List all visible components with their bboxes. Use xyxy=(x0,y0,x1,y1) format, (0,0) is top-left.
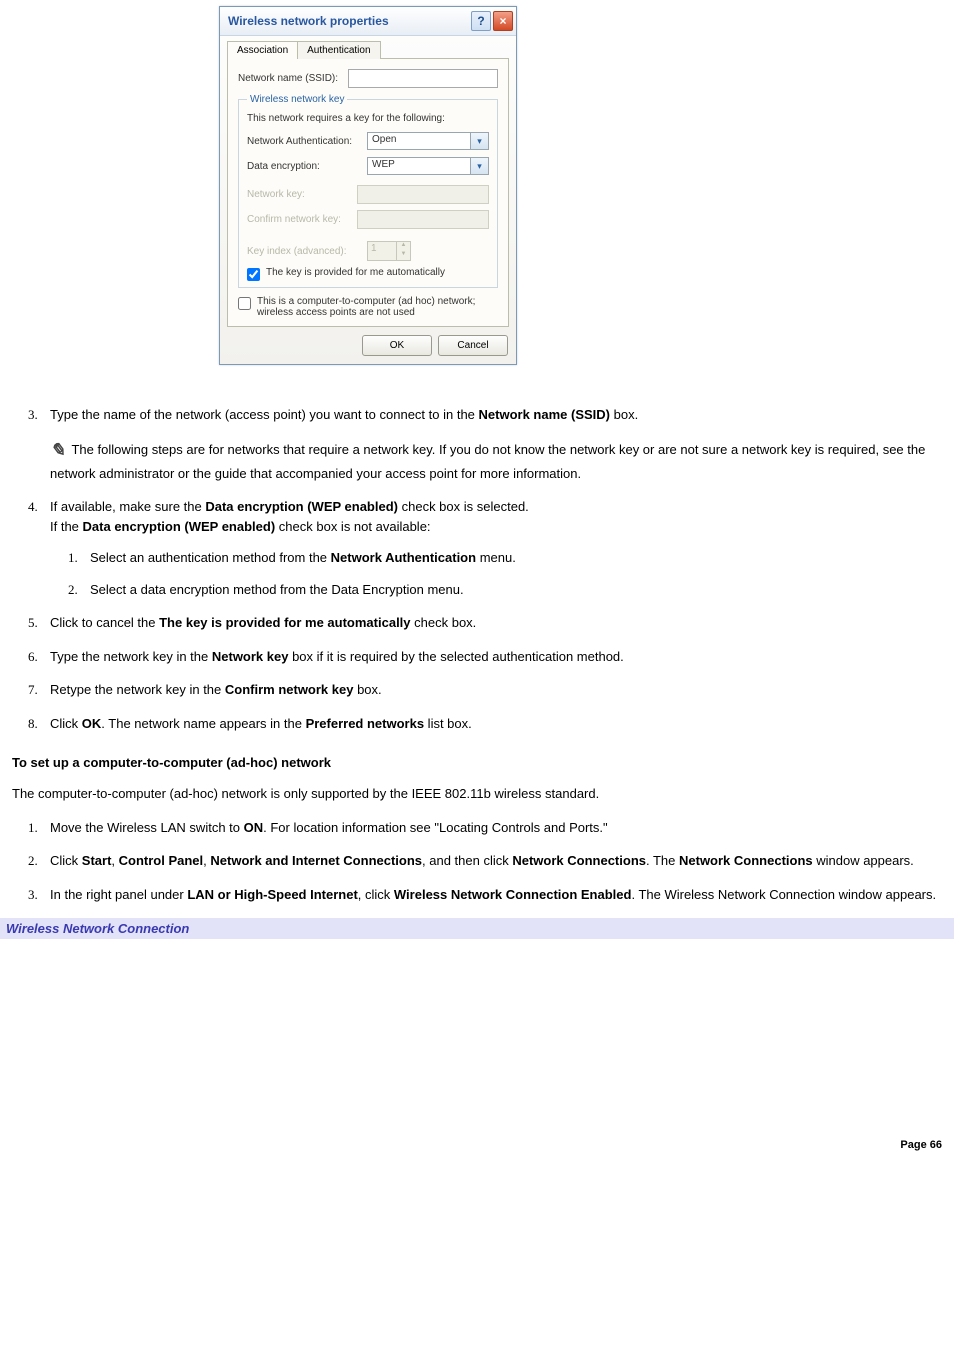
ok-button[interactable]: OK xyxy=(362,335,432,356)
step-3: Type the name of the network (access poi… xyxy=(12,405,942,483)
note-icon: ✎ xyxy=(50,437,65,464)
adhoc-step-3: In the right panel under LAN or High-Spe… xyxy=(12,885,942,905)
cancel-button[interactable]: Cancel xyxy=(438,335,508,356)
chevron-down-icon[interactable]: ▾ xyxy=(470,157,489,175)
auto-key-label: The key is provided for me automatically xyxy=(266,267,445,278)
data-enc-label: Data encryption: xyxy=(247,161,367,172)
net-auth-select[interactable]: Open ▾ xyxy=(367,132,489,150)
wireless-properties-dialog: Wireless network properties ? × Associat… xyxy=(219,6,517,365)
tab-authentication[interactable]: Authentication xyxy=(297,41,380,59)
chevron-down-icon[interactable]: ▾ xyxy=(470,132,489,150)
key-index-value: 1 xyxy=(368,242,396,260)
adhoc-intro: The computer-to-computer (ad-hoc) networ… xyxy=(12,784,942,804)
step-4: If available, make sure the Data encrypt… xyxy=(12,497,942,599)
net-auth-value: Open xyxy=(367,132,470,150)
adhoc-step-1: Move the Wireless LAN switch to ON. For … xyxy=(12,818,942,838)
data-enc-value: WEP xyxy=(367,157,470,175)
wireless-key-group: Wireless network key This network requir… xyxy=(238,94,498,288)
titlebar: Wireless network properties ? × xyxy=(220,7,516,36)
requires-text: This network requires a key for the foll… xyxy=(247,113,489,124)
ssid-input[interactable] xyxy=(348,69,498,88)
spinner-arrows-icon: ▲▼ xyxy=(396,242,410,260)
dialog-title: Wireless network properties xyxy=(228,14,469,28)
tabs: Association Authentication xyxy=(220,36,516,59)
key-index-label: Key index (advanced): xyxy=(247,246,367,257)
network-key-label: Network key: xyxy=(247,189,357,200)
wireless-key-legend: Wireless network key xyxy=(247,94,347,105)
tab-association[interactable]: Association xyxy=(227,41,298,59)
confirm-key-input xyxy=(357,210,489,229)
tab-panel: Network name (SSID): Wireless network ke… xyxy=(227,58,509,327)
step-4-2: Select a data encryption method from the… xyxy=(50,580,942,600)
net-auth-label: Network Authentication: xyxy=(247,136,367,147)
adhoc-heading: To set up a computer-to-computer (ad-hoc… xyxy=(12,755,942,770)
step-5: Click to cancel the The key is provided … xyxy=(12,613,942,633)
note-block: ✎ The following steps are for networks t… xyxy=(50,437,942,484)
key-index-spinner: 1 ▲▼ xyxy=(367,241,411,261)
page-number: Page 66 xyxy=(6,1139,948,1151)
network-key-input xyxy=(357,185,489,204)
figure-caption-banner: Wireless Network Connection xyxy=(0,918,954,939)
confirm-key-label: Confirm network key: xyxy=(247,214,357,225)
step-7: Retype the network key in the Confirm ne… xyxy=(12,680,942,700)
step-8: Click OK. The network name appears in th… xyxy=(12,714,942,734)
adhoc-step-2: Click Start, Control Panel, Network and … xyxy=(12,851,942,871)
step-6: Type the network key in the Network key … xyxy=(12,647,942,667)
close-icon[interactable]: × xyxy=(493,11,513,31)
auto-key-checkbox[interactable] xyxy=(247,268,260,281)
adhoc-checkbox[interactable] xyxy=(238,297,251,310)
adhoc-label: This is a computer-to-computer (ad hoc) … xyxy=(257,296,498,318)
help-icon[interactable]: ? xyxy=(471,11,491,31)
step-4-1: Select an authentication method from the… xyxy=(50,548,942,568)
banner-text: Wireless Network Connection xyxy=(6,921,189,936)
data-enc-select[interactable]: WEP ▾ xyxy=(367,157,489,175)
ssid-label: Network name (SSID): xyxy=(238,73,348,84)
